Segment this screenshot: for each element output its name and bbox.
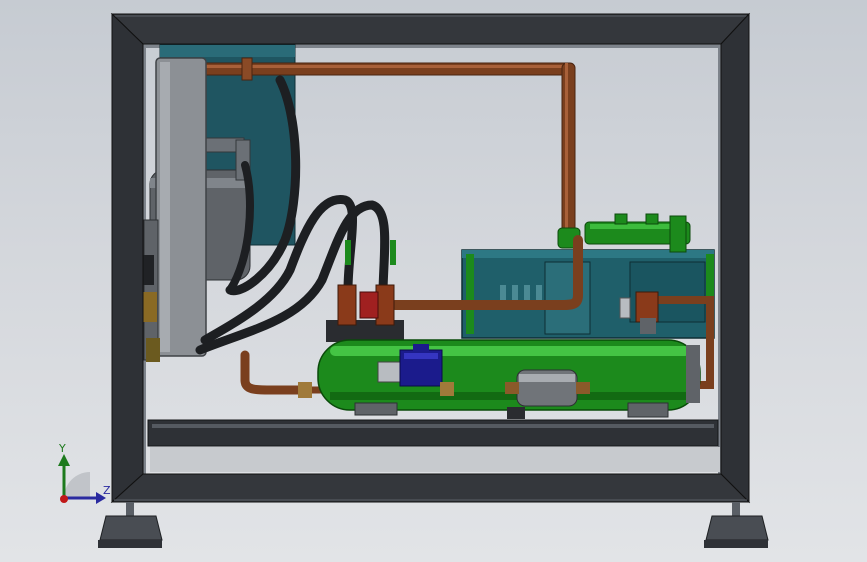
base-rail [147, 419, 720, 472]
x-axis-dot [60, 495, 68, 503]
graphics-viewport[interactable]: Y Z [0, 0, 867, 562]
triad-graphic [58, 454, 106, 504]
y-axis-label: Y [59, 442, 66, 455]
leveling-foot-right [704, 502, 769, 548]
reference-triad: Y Z [40, 436, 120, 516]
compressor-unit [461, 249, 715, 339]
z-axis-label: Z [103, 484, 111, 497]
assembly-3d-model[interactable] [0, 0, 867, 562]
liquid-receiver-tank [317, 339, 701, 419]
